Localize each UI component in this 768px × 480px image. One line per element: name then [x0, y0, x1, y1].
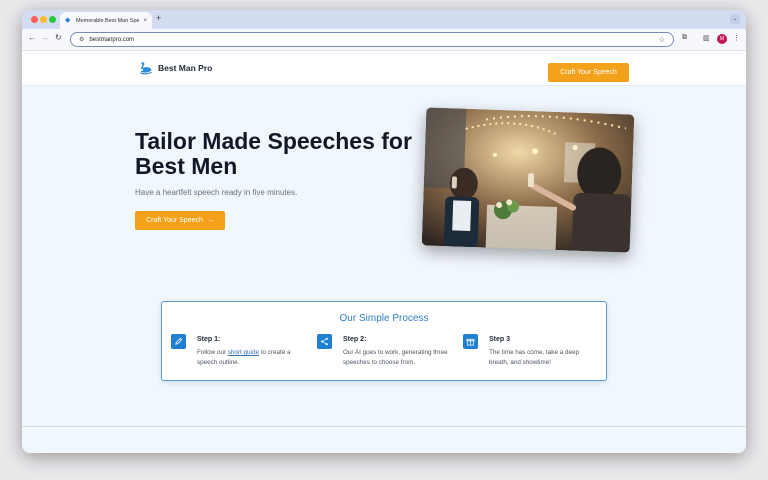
pencil-icon — [171, 334, 186, 349]
hero-cta-label: Craft Your Speech — [146, 217, 203, 224]
browser-tab[interactable]: ◆ Memorable Best Man Speech × — [60, 12, 152, 29]
extensions-icon[interactable]: ⧉ — [682, 34, 687, 42]
site-logo[interactable]: Best Man Pro — [138, 60, 212, 76]
step-description: Follow our short guide to create a speec… — [197, 348, 305, 368]
section-divider — [22, 426, 746, 427]
forward-arrow-icon[interactable]: → — [41, 33, 49, 42]
close-window-button[interactable] — [31, 16, 38, 23]
hero-craft-speech-button[interactable]: Craft Your Speech → — [135, 211, 225, 230]
wedding-toast-photo — [421, 107, 635, 253]
bookmark-star-icon[interactable]: ☆ — [659, 36, 665, 44]
site-header: Best Man Pro Craft Your Speech — [22, 51, 746, 86]
step-description: The time has come, take a deep breath, a… — [489, 349, 579, 366]
minimize-window-button[interactable] — [40, 16, 47, 23]
header-craft-speech-button[interactable]: Craft Your Speech — [548, 63, 629, 82]
web-page: Best Man Pro Craft Your Speech Tailor Ma… — [22, 51, 746, 453]
tab-strip: ◆ Memorable Best Man Speech × + ⌄ — [22, 10, 746, 29]
wedding-toast-illustration — [421, 107, 635, 253]
tab-search-button[interactable]: ⌄ — [730, 14, 740, 24]
process-title: Our Simple Process — [339, 313, 429, 324]
site-info-icon[interactable]: ⚙ — [79, 36, 84, 43]
reload-icon[interactable]: ↻ — [55, 33, 62, 42]
step-heading: Step 3 — [489, 336, 511, 343]
browser-toolbar: ← → ↻ ⚙ bestmanpro.com ☆ ⧉ ▥ M ⋮ — [22, 29, 746, 51]
arrow-right-icon: → — [206, 217, 214, 224]
step-text-part: Follow our — [197, 349, 228, 356]
hero-subtitle: Have a heartfelt speech ready in five mi… — [135, 188, 298, 197]
step-description: Our AI goes to work, generating three sp… — [343, 349, 448, 366]
logo-text: Best Man Pro — [158, 63, 213, 73]
back-arrow-icon[interactable]: ← — [28, 33, 36, 42]
short-guide-link[interactable]: short guide — [228, 349, 259, 356]
side-panel-icon[interactable]: ▥ — [703, 34, 710, 42]
maximize-window-button[interactable] — [49, 16, 56, 23]
new-tab-button[interactable]: + — [156, 13, 161, 23]
step-heading: Step 1: — [197, 336, 221, 343]
gift-icon — [463, 334, 478, 349]
more-menu-icon[interactable]: ⋮ — [733, 34, 740, 42]
swan-favicon-icon: ◆ — [65, 17, 71, 24]
share-nodes-icon — [317, 334, 332, 349]
tab-close-icon[interactable]: × — [143, 18, 147, 24]
profile-avatar[interactable]: M — [717, 34, 727, 44]
url-text[interactable]: bestmanpro.com — [89, 37, 653, 43]
step-heading: Step 2: — [343, 336, 367, 343]
swan-logo-icon — [140, 62, 152, 75]
hero-title: Tailor Made Speeches for Best Men — [135, 128, 412, 179]
tab-title: Memorable Best Man Speech — [76, 17, 140, 24]
browser-window: ◆ Memorable Best Man Speech × + ⌄ ← → ↻ … — [22, 10, 746, 453]
process-card: Our Simple Process Step 1: Follow our sh… — [161, 301, 607, 381]
address-bar[interactable]: ⚙ bestmanpro.com ☆ — [70, 32, 674, 47]
